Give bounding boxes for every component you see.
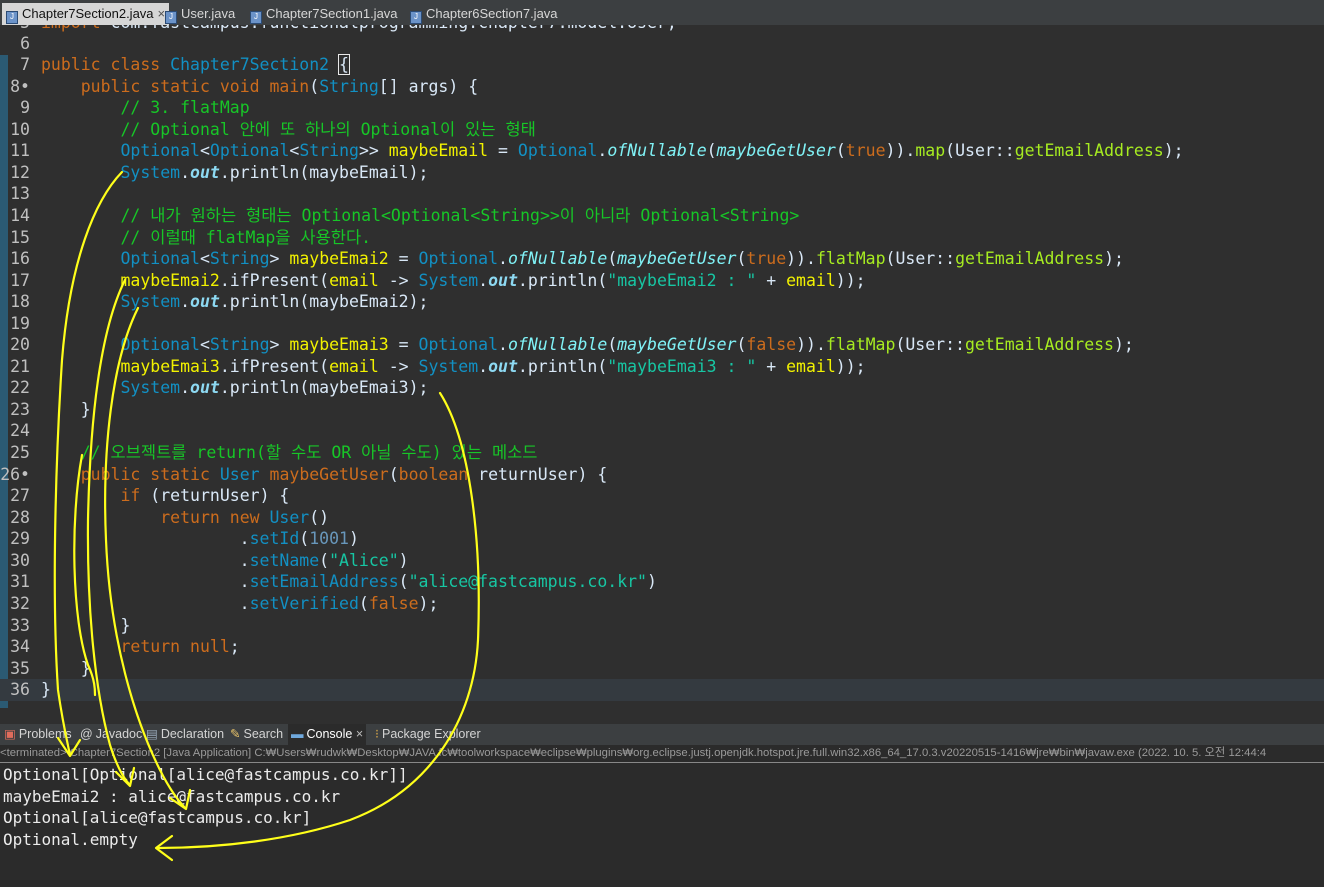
code-line: 32 .setVerified(false); <box>10 594 439 613</box>
code-line: 24 <box>10 421 30 440</box>
console-icon: ▬ <box>291 727 304 741</box>
tab-chapter6section7[interactable]: J Chapter6Section7.java <box>410 3 558 25</box>
tab-problems[interactable]: ▣ Problems <box>4 724 72 745</box>
java-file-icon: J <box>410 11 422 24</box>
declaration-icon: ▤ <box>146 727 158 741</box>
code-line: 12 System.out.println(maybeEmail); <box>10 163 429 182</box>
java-file-icon: J <box>165 11 177 24</box>
code-line: 21 maybeEmai3.ifPresent(email -> System.… <box>10 357 866 376</box>
code-line: 14 // 내가 원하는 형태는 Optional<Optional<Strin… <box>10 206 800 225</box>
code-line: 25 // 오브젝트를 return(할 수도 OR 아닐 수도) 있는 메소드 <box>10 443 538 462</box>
code-line: 34 return null; <box>10 637 240 656</box>
code-line: 8• public static void main(String[] args… <box>10 77 479 96</box>
java-file-icon: J <box>6 11 18 24</box>
tab-declaration[interactable]: ▤ Declaration <box>146 724 224 745</box>
code-line: 31 .setEmailAddress("alice@fastcampus.co… <box>10 572 657 591</box>
code-line: 23 } <box>10 400 91 419</box>
code-line: 26• public static User maybeGetUser(bool… <box>0 465 608 484</box>
console-line: Optional[alice@fastcampus.co.kr] <box>3 808 312 827</box>
tab-chapter7section2[interactable]: J Chapter7Section2.java × <box>2 3 170 25</box>
code-line: 15 // 이럴때 flatMap을 사용한다. <box>10 228 372 247</box>
code-line: 29 .setId(1001) <box>10 529 359 548</box>
console-output[interactable]: Optional[Optional[alice@fastcampus.co.kr… <box>0 763 1324 887</box>
code-editor[interactable]: 5import com.fastcampus.functionalprogram… <box>0 25 1324 717</box>
code-line: 16 Optional<String> maybeEmai2 = Optiona… <box>10 249 1124 268</box>
code-line: 27 if (returnUser) { <box>10 486 290 505</box>
tab-user[interactable]: J User.java <box>165 3 235 25</box>
tab-search[interactable]: ✎ Search <box>230 724 283 745</box>
package-explorer-icon: ⁝ <box>375 727 379 741</box>
tab-javadoc[interactable]: @ Javadoc <box>80 724 142 745</box>
tab-console[interactable]: ▬ Console × <box>288 724 367 745</box>
code-line: 11 Optional<Optional<String>> maybeEmail… <box>10 141 1184 160</box>
code-line: 28 return new User() <box>10 508 330 527</box>
code-line: 18 System.out.println(maybeEmai2); <box>10 292 429 311</box>
code-line: 30 .setName("Alice") <box>10 551 409 570</box>
view-tab-bar: ▣ Problems @ Javadoc ▤ Declaration ✎ Search … <box>0 724 1324 745</box>
code-line: 10 // Optional 안에 또 하나의 Optional이 있는 형태 <box>10 120 536 139</box>
editor-tab-bar: J Chapter7Section2.java × J User.java J Chap… <box>0 0 1324 26</box>
code-line: 22 System.out.println(maybeEmai3); <box>10 378 429 397</box>
console-line: maybeEmai2 : alice@fastcampus.co.kr <box>3 787 341 806</box>
console-status: <terminated> Chapter7Section2 [Java Appl… <box>0 745 1324 763</box>
tab-chapter7section1[interactable]: J Chapter7Section1.java <box>250 3 398 25</box>
code-line: 20 Optional<String> maybeEmai3 = Optiona… <box>10 335 1134 354</box>
tab-package-explorer[interactable]: ⁝ Package Explorer <box>375 724 481 745</box>
code-line: 17 maybeEmai2.ifPresent(email -> System.… <box>10 271 866 290</box>
close-icon[interactable]: × <box>356 727 363 741</box>
javadoc-icon: @ <box>80 727 93 741</box>
problems-icon: ▣ <box>4 727 16 741</box>
code-line: 9 // 3. flatMap <box>20 98 250 117</box>
console-line: Optional.empty <box>3 830 138 849</box>
code-line: 13 <box>10 184 30 203</box>
java-file-icon: J <box>250 11 262 24</box>
code-line: 35 } <box>10 659 91 678</box>
close-icon[interactable]: × <box>158 6 166 21</box>
code-line-current: 36} <box>0 679 1324 701</box>
code-line: 33 } <box>10 616 131 635</box>
code-line: 6 <box>20 34 30 53</box>
console-line: Optional[Optional[alice@fastcampus.co.kr… <box>3 765 408 784</box>
code-line: 7 public class Chapter7Section2 { <box>20 54 350 75</box>
code-line: 19 <box>10 314 30 333</box>
search-icon: ✎ <box>230 727 241 741</box>
